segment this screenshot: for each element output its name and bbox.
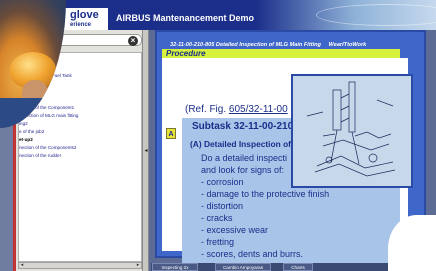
procedure-label: Procedure [166,49,206,58]
subtask-title: Subtask 32-11-00-210 [192,121,294,132]
inspection-item: - corrosion [201,177,244,187]
inspection-item: - cracks [201,213,233,223]
logo-text: glove [70,9,99,21]
figure-reference-link[interactable]: 605/32-11-00 [229,104,288,115]
figure-reference: (Ref. Fig. 605/32-11-00 [185,104,288,115]
inspection-item: - distortion [201,201,244,211]
step-text: and look for signs of: [201,165,285,175]
mlg-fitting-drawing-icon [306,81,396,177]
technical-figure[interactable] [291,74,413,188]
tab-cambio[interactable]: Cambio Ampoyaras [215,263,271,271]
tab-charts[interactable]: Charts [283,263,313,271]
document-heading-tag: WearITtoWork [328,42,367,48]
step-text: Do a detailed inspecti [201,153,288,163]
tree-item[interactable]: nection of the rudder [19,151,61,160]
body-image [0,98,66,128]
inspection-item: - fretting [201,237,235,247]
clear-search-icon[interactable]: × [128,36,138,46]
inspection-item: - excessive wear [201,225,269,235]
worker-photo [0,0,66,128]
header-decoration [256,0,436,30]
scroll-left-icon[interactable]: ◂ [19,263,25,268]
document-heading-text: 32-11-00-210-805 Detailed Inspection of … [170,42,321,48]
step-title: (A) Detailed Inspection of [190,139,291,149]
inspection-item: - damage to the protective finish [201,189,330,199]
horizontal-scrollbar[interactable]: ◂ ▸ [18,262,142,269]
logo-subtext: erience [70,22,92,28]
tab-inspecting[interactable]: Inspecting 2x [152,263,198,271]
scroll-right-icon[interactable]: ▸ [135,263,141,268]
step-badge: A [166,128,176,139]
figure-reference-prefix: (Ref. Fig. [185,104,229,115]
document-heading: 32-11-00-210-805 Detailed Inspection of … [170,42,366,48]
inspection-item: - scores, dents and burrs. [201,249,304,259]
app-title: AIRBUS Mantenancement Demo [116,13,255,23]
